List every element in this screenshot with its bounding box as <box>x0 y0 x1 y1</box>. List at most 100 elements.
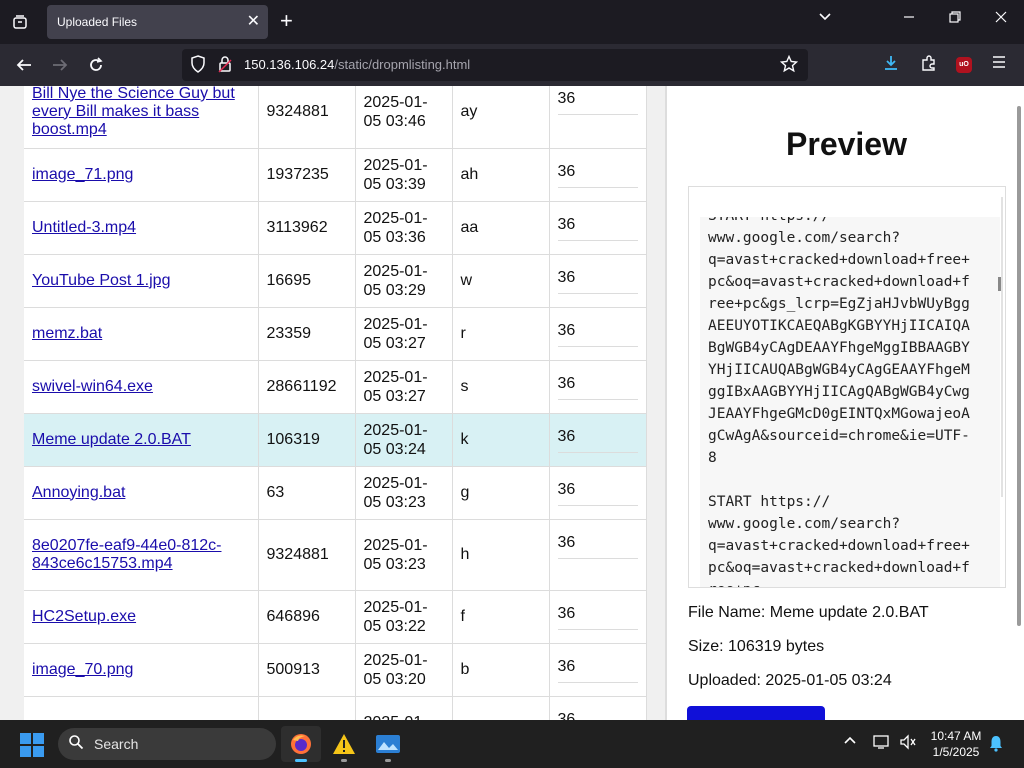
file-name-link[interactable]: Annoying.bat <box>32 484 250 502</box>
file-size: 500913 <box>266 660 320 678</box>
forward-icon[interactable] <box>48 53 72 77</box>
file-size-cell: 9324881 <box>258 519 356 591</box>
new-tab-button[interactable]: + <box>280 10 293 32</box>
nav-bar: 150.136.106.24/static/dropmlisting.html … <box>0 44 1024 86</box>
firefox-icon[interactable] <box>281 726 321 762</box>
tab-title: Uploaded Files <box>57 15 138 29</box>
minimize-icon[interactable] <box>902 10 916 28</box>
preview-code-area[interactable]: START https:// www.google.com/search? q=… <box>700 217 1000 587</box>
file-date-cell: 2025-01-05 03:29 <box>355 254 453 308</box>
file-code-cell: f <box>452 590 550 644</box>
table-row[interactable]: image_71.png 1937235 2025-01-05 03:39 ah 36 <box>24 148 647 202</box>
file-name-link[interactable]: Untitled-3.mp4 <box>32 219 250 237</box>
file-name-link[interactable]: Bill Nye the Science Guy but every Bill … <box>32 86 250 139</box>
file-name-link[interactable]: image_71.png <box>32 166 250 184</box>
file-size: 9324881 <box>266 102 329 120</box>
file-name-link-cell: Annoying.bat <box>24 466 259 520</box>
table-row[interactable]: 8e0207fe-eaf9-44e0-812c-843ce6c15753.mp4… <box>24 519 647 591</box>
file-code-cell <box>452 696 550 720</box>
table-row[interactable]: Meme update 2.0.BAT 106319 2025-01-05 03:2… <box>24 413 647 467</box>
file-name-link-cell <box>24 696 259 720</box>
preview-code-text: START https:// www.google.com/search? q=… <box>708 217 970 587</box>
restore-icon[interactable] <box>948 10 962 28</box>
chevron-up-icon[interactable] <box>843 734 857 752</box>
file-name-link[interactable]: 8e0207fe-eaf9-44e0-812c-843ce6c15753.mp4 <box>32 537 250 573</box>
file-name-link-cell: 8e0207fe-eaf9-44e0-812c-843ce6c15753.mp4 <box>24 519 259 591</box>
file-name-link[interactable]: memz.bat <box>32 325 250 343</box>
file-code: k <box>460 430 469 448</box>
file-code: g <box>460 483 470 501</box>
file-size: 9324881 <box>266 545 329 563</box>
warning-icon[interactable] <box>324 726 364 762</box>
extensions-icon[interactable] <box>920 54 938 77</box>
file-count: 36 <box>557 534 638 559</box>
file-code-cell: h <box>452 519 550 591</box>
file-count-cell: 36 <box>549 696 647 720</box>
menu-icon[interactable] <box>991 54 1007 75</box>
file-name-link[interactable]: swivel-win64.exe <box>32 378 250 396</box>
file-date-cell: 2025-01-05 03:27 <box>355 360 453 414</box>
file-date-cell: 2025-01-05 03:22 <box>355 590 453 644</box>
file-code-cell: aa <box>452 201 550 255</box>
file-count: 36 <box>557 481 638 506</box>
url-host: 150.136.106.24 <box>244 57 335 72</box>
download-button[interactable] <box>687 706 825 720</box>
shield-icon[interactable] <box>190 55 206 77</box>
file-count: 36 <box>557 605 638 630</box>
tab-list-icon[interactable] <box>6 8 34 36</box>
file-code: aa <box>460 218 479 236</box>
page-scrollbar[interactable] <box>1017 106 1021 626</box>
preview-scrollbar[interactable] <box>998 277 1001 291</box>
table-row[interactable]: HC2Setup.exe 646896 2025-01-05 03:22 f 36 <box>24 590 647 644</box>
back-icon[interactable] <box>12 53 36 77</box>
file-code-cell: k <box>452 413 550 467</box>
lock-icon[interactable] <box>218 55 232 77</box>
table-row[interactable]: YouTube Post 1.jpg 16695 2025-01-05 03:29 w… <box>24 254 647 308</box>
file-count-cell: 36 <box>549 254 647 308</box>
files-table: Bill Nye the Science Guy but every Bill … <box>24 86 647 720</box>
file-date-cell: 2025-01-05 03:23 <box>355 519 453 591</box>
file-name-link[interactable]: HC2Setup.exe <box>32 608 250 626</box>
tab-uploaded-files[interactable]: Uploaded Files ✕ <box>47 5 268 39</box>
preview-box[interactable]: START https:// www.google.com/search? q=… <box>688 186 1006 588</box>
windows-start-icon[interactable] <box>20 733 44 757</box>
file-date-cell: 2025-01-05 03:20 <box>355 643 453 697</box>
taskbar-clock[interactable]: 10:47 AM 1/5/2025 <box>920 728 992 760</box>
table-row[interactable]: memz.bat 23359 2025-01-05 03:27 r 36 <box>24 307 647 361</box>
table-row[interactable]: image_70.png 500913 2025-01-05 03:20 b 36 <box>24 643 647 697</box>
reload-icon[interactable] <box>84 53 108 77</box>
table-row[interactable]: Untitled-3.mp4 3113962 2025-01-05 03:36 aa 3… <box>24 201 647 255</box>
table-row[interactable]: 2025-01- 36 <box>24 696 647 720</box>
file-count-cell: 36 <box>549 307 647 361</box>
preview-scroll-track[interactable] <box>1001 197 1003 497</box>
chevron-down-icon[interactable] <box>818 10 832 28</box>
file-date-cell: 2025-01-05 03:36 <box>355 201 453 255</box>
file-date-cell: 2025-01-05 03:39 <box>355 148 453 202</box>
table-row[interactable]: swivel-win64.exe 28661192 2025-01-05 03:27… <box>24 360 647 414</box>
notification-bell-icon[interactable] <box>988 734 1004 756</box>
ublock-icon[interactable]: uO <box>956 57 972 73</box>
page-content: Bill Nye the Science Guy but every Bill … <box>0 86 1024 720</box>
volume-mute-icon[interactable] <box>899 734 917 754</box>
table-row[interactable]: Bill Nye the Science Guy but every Bill … <box>24 86 647 149</box>
file-size-cell: 23359 <box>258 307 356 361</box>
file-date: 2025-01-05 03:36 <box>363 209 428 246</box>
file-name-link-cell: Bill Nye the Science Guy but every Bill … <box>24 86 259 149</box>
image-viewer-icon[interactable] <box>368 726 408 762</box>
download-icon[interactable] <box>882 54 900 77</box>
taskbar: Search 10:47 AM 1/5/2025 <box>0 720 1024 768</box>
url-bar[interactable]: 150.136.106.24/static/dropmlisting.html <box>182 49 808 81</box>
file-code: r <box>460 324 466 342</box>
file-name-link-cell: image_70.png <box>24 643 259 697</box>
file-name-link[interactable]: Meme update 2.0.BAT <box>32 431 250 449</box>
table-row[interactable]: Annoying.bat 63 2025-01-05 03:23 g 36 <box>24 466 647 520</box>
file-name-link[interactable]: image_70.png <box>32 661 250 679</box>
network-icon[interactable] <box>873 734 891 754</box>
taskbar-search[interactable]: Search <box>58 728 276 760</box>
star-icon[interactable] <box>779 54 799 77</box>
file-name-link[interactable]: YouTube Post 1.jpg <box>32 272 250 290</box>
tab-close-icon[interactable]: ✕ <box>247 11 260 31</box>
file-code-cell: ay <box>452 86 550 149</box>
preview-uploaded: Uploaded: 2025-01-05 03:24 <box>688 672 892 689</box>
close-icon[interactable] <box>994 10 1008 28</box>
